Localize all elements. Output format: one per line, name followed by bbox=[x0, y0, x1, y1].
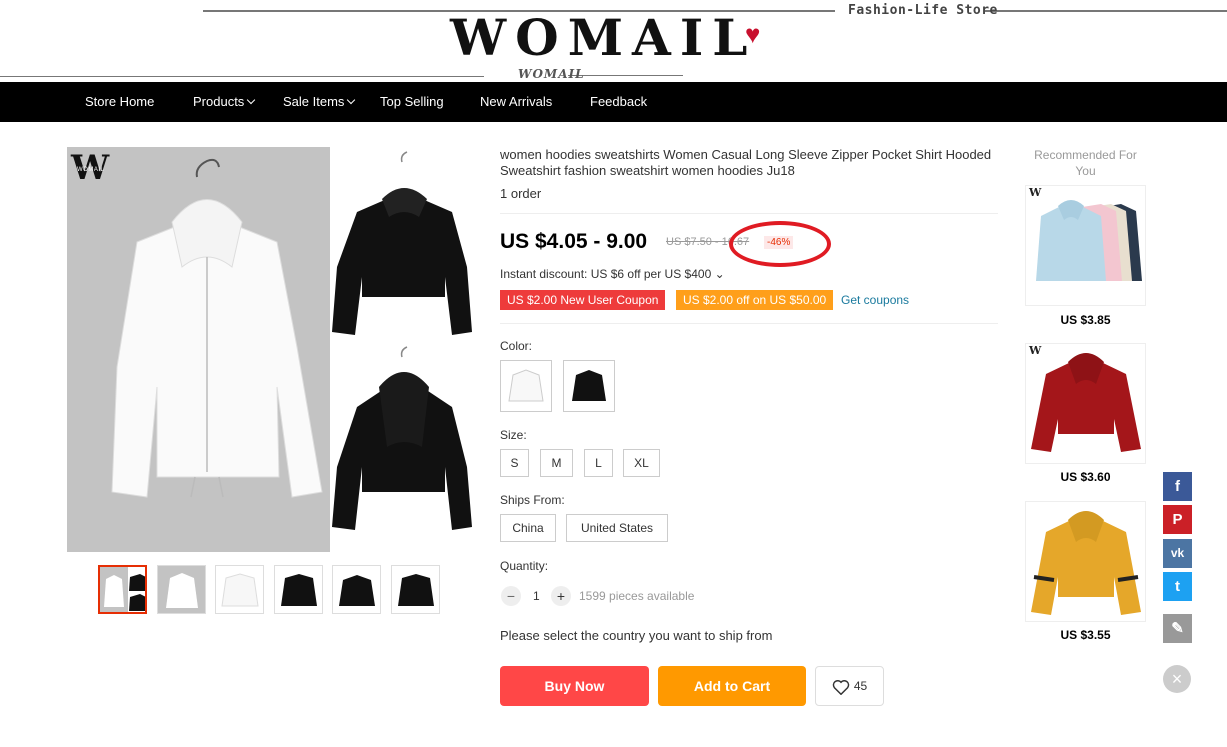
nav-store-home[interactable]: Store Home bbox=[85, 93, 154, 111]
nav-label: Store Home bbox=[85, 94, 155, 109]
recommended-item-image bbox=[1036, 200, 1142, 281]
buy-now-button[interactable]: Buy Now bbox=[500, 666, 649, 706]
get-coupons-link[interactable]: Get coupons bbox=[841, 293, 909, 307]
thumbnail-5[interactable] bbox=[332, 565, 381, 614]
chevron-down-icon bbox=[347, 95, 356, 105]
store-sublogo: WOMAIL bbox=[518, 67, 585, 81]
store-tagline: Fashion-Life Store bbox=[848, 3, 998, 18]
close-icon[interactable]: × bbox=[1163, 665, 1191, 693]
store-coupon[interactable]: US $2.00 off on US $50.00 bbox=[676, 290, 834, 310]
size-option-xl[interactable]: XL bbox=[623, 449, 660, 477]
nav-top-selling[interactable]: Top Selling bbox=[380, 93, 444, 111]
nav-sale-items[interactable]: Sale Items bbox=[283, 93, 356, 111]
ship-country-message: Please select the country you want to sh… bbox=[500, 628, 773, 643]
size-option-l[interactable]: L bbox=[584, 449, 613, 477]
recommended-price: US $3.55 bbox=[1060, 628, 1111, 642]
wishlist-count: 45 bbox=[853, 679, 868, 693]
divider bbox=[500, 213, 998, 214]
store-logo[interactable]: WOMAIL bbox=[450, 8, 756, 68]
highlight-circle-annotation bbox=[729, 221, 831, 267]
thumbnail-3[interactable] bbox=[215, 565, 264, 614]
heart-icon: ♥ bbox=[745, 19, 761, 49]
thumbnail-2[interactable] bbox=[157, 565, 206, 614]
recommended-price: US $3.85 bbox=[1060, 313, 1111, 327]
color-swatch-white[interactable] bbox=[500, 360, 552, 412]
quantity-value[interactable]: 1 bbox=[533, 589, 540, 603]
color-label: Color: bbox=[500, 339, 533, 353]
womail-watermark-icon: W bbox=[1029, 344, 1042, 357]
white-hoodie-swatch-image bbox=[508, 369, 544, 402]
pieces-available: 1599 pieces available bbox=[579, 589, 695, 603]
heart-outline-icon bbox=[832, 679, 850, 696]
divider bbox=[500, 323, 998, 324]
nav-label: Products bbox=[193, 94, 245, 109]
thumb-image bbox=[100, 567, 145, 612]
thumb-image bbox=[158, 566, 205, 613]
color-swatch-black[interactable] bbox=[563, 360, 615, 412]
thumb-image bbox=[221, 573, 259, 607]
thumb-image bbox=[281, 574, 317, 606]
header-line-bottom-left bbox=[0, 76, 484, 77]
nav-feedback[interactable]: Feedback bbox=[590, 93, 647, 111]
store-nav: Store Home Products Sale Items Top Selli… bbox=[0, 82, 1227, 122]
nav-new-arrivals[interactable]: New Arrivals bbox=[480, 93, 552, 111]
nav-products[interactable]: Products bbox=[193, 93, 256, 111]
pinterest-icon[interactable]: P bbox=[1163, 505, 1192, 534]
thumbnail-6[interactable] bbox=[391, 565, 440, 614]
product-price: US $4.05 - 9.00 bbox=[500, 230, 648, 253]
recommended-item-3[interactable] bbox=[1025, 501, 1146, 622]
nav-label: Sale Items bbox=[283, 94, 345, 109]
instant-discount[interactable]: Instant discount: US $6 off per US $400 … bbox=[500, 267, 725, 281]
recommended-title: Recommended For You bbox=[1034, 148, 1137, 178]
add-to-cart-button[interactable]: Add to Cart bbox=[658, 666, 806, 706]
order-count: 1 order bbox=[500, 186, 542, 201]
nav-label: Top Selling bbox=[380, 94, 444, 109]
black-hoodie-swatch-image bbox=[572, 370, 606, 401]
size-label: Size: bbox=[500, 428, 527, 442]
vk-icon[interactable]: vk bbox=[1163, 539, 1192, 568]
size-option-m[interactable]: M bbox=[540, 449, 573, 477]
ships-from-label: Ships From: bbox=[500, 493, 565, 507]
recommended-item-2[interactable]: W bbox=[1025, 343, 1146, 464]
ships-from-china[interactable]: China bbox=[500, 514, 556, 542]
new-user-coupon[interactable]: US $2.00 New User Coupon bbox=[500, 290, 666, 310]
header-line-bottom-right bbox=[568, 75, 683, 76]
product-main-image[interactable]: W WOMAIL bbox=[67, 147, 472, 552]
womail-watermark-text: WOMAIL bbox=[77, 167, 105, 173]
quantity-label: Quantity: bbox=[500, 559, 549, 573]
quantity-decrease-button[interactable]: − bbox=[501, 586, 521, 606]
recommended-price: US $3.60 bbox=[1060, 470, 1111, 484]
womail-watermark-icon: W bbox=[1029, 186, 1042, 199]
thumbnail-4[interactable] bbox=[274, 565, 323, 614]
facebook-icon[interactable]: f bbox=[1163, 472, 1192, 501]
nav-label: Feedback bbox=[590, 94, 648, 109]
thumbnail-1[interactable] bbox=[98, 565, 147, 614]
twitter-icon[interactable]: t bbox=[1163, 572, 1192, 601]
thumb-image bbox=[339, 575, 375, 606]
recommended-item-image bbox=[1031, 353, 1141, 452]
quantity-increase-button[interactable]: + bbox=[551, 586, 571, 606]
product-title: women hoodies sweatshirts Women Casual L… bbox=[500, 147, 992, 178]
edit-icon[interactable]: ✎ bbox=[1163, 614, 1192, 643]
ships-from-united-states[interactable]: United States bbox=[566, 514, 668, 542]
header-line-right bbox=[985, 10, 1227, 12]
thumb-image bbox=[398, 574, 434, 606]
hoodie-illustration bbox=[111, 151, 472, 530]
chevron-down-icon bbox=[247, 95, 256, 105]
recommended-item-image bbox=[1031, 511, 1141, 615]
wishlist-button[interactable]: 45 bbox=[815, 666, 884, 706]
nav-label: New Arrivals bbox=[480, 94, 553, 109]
recommended-item-1[interactable]: W bbox=[1025, 185, 1146, 306]
size-option-s[interactable]: S bbox=[500, 449, 529, 477]
